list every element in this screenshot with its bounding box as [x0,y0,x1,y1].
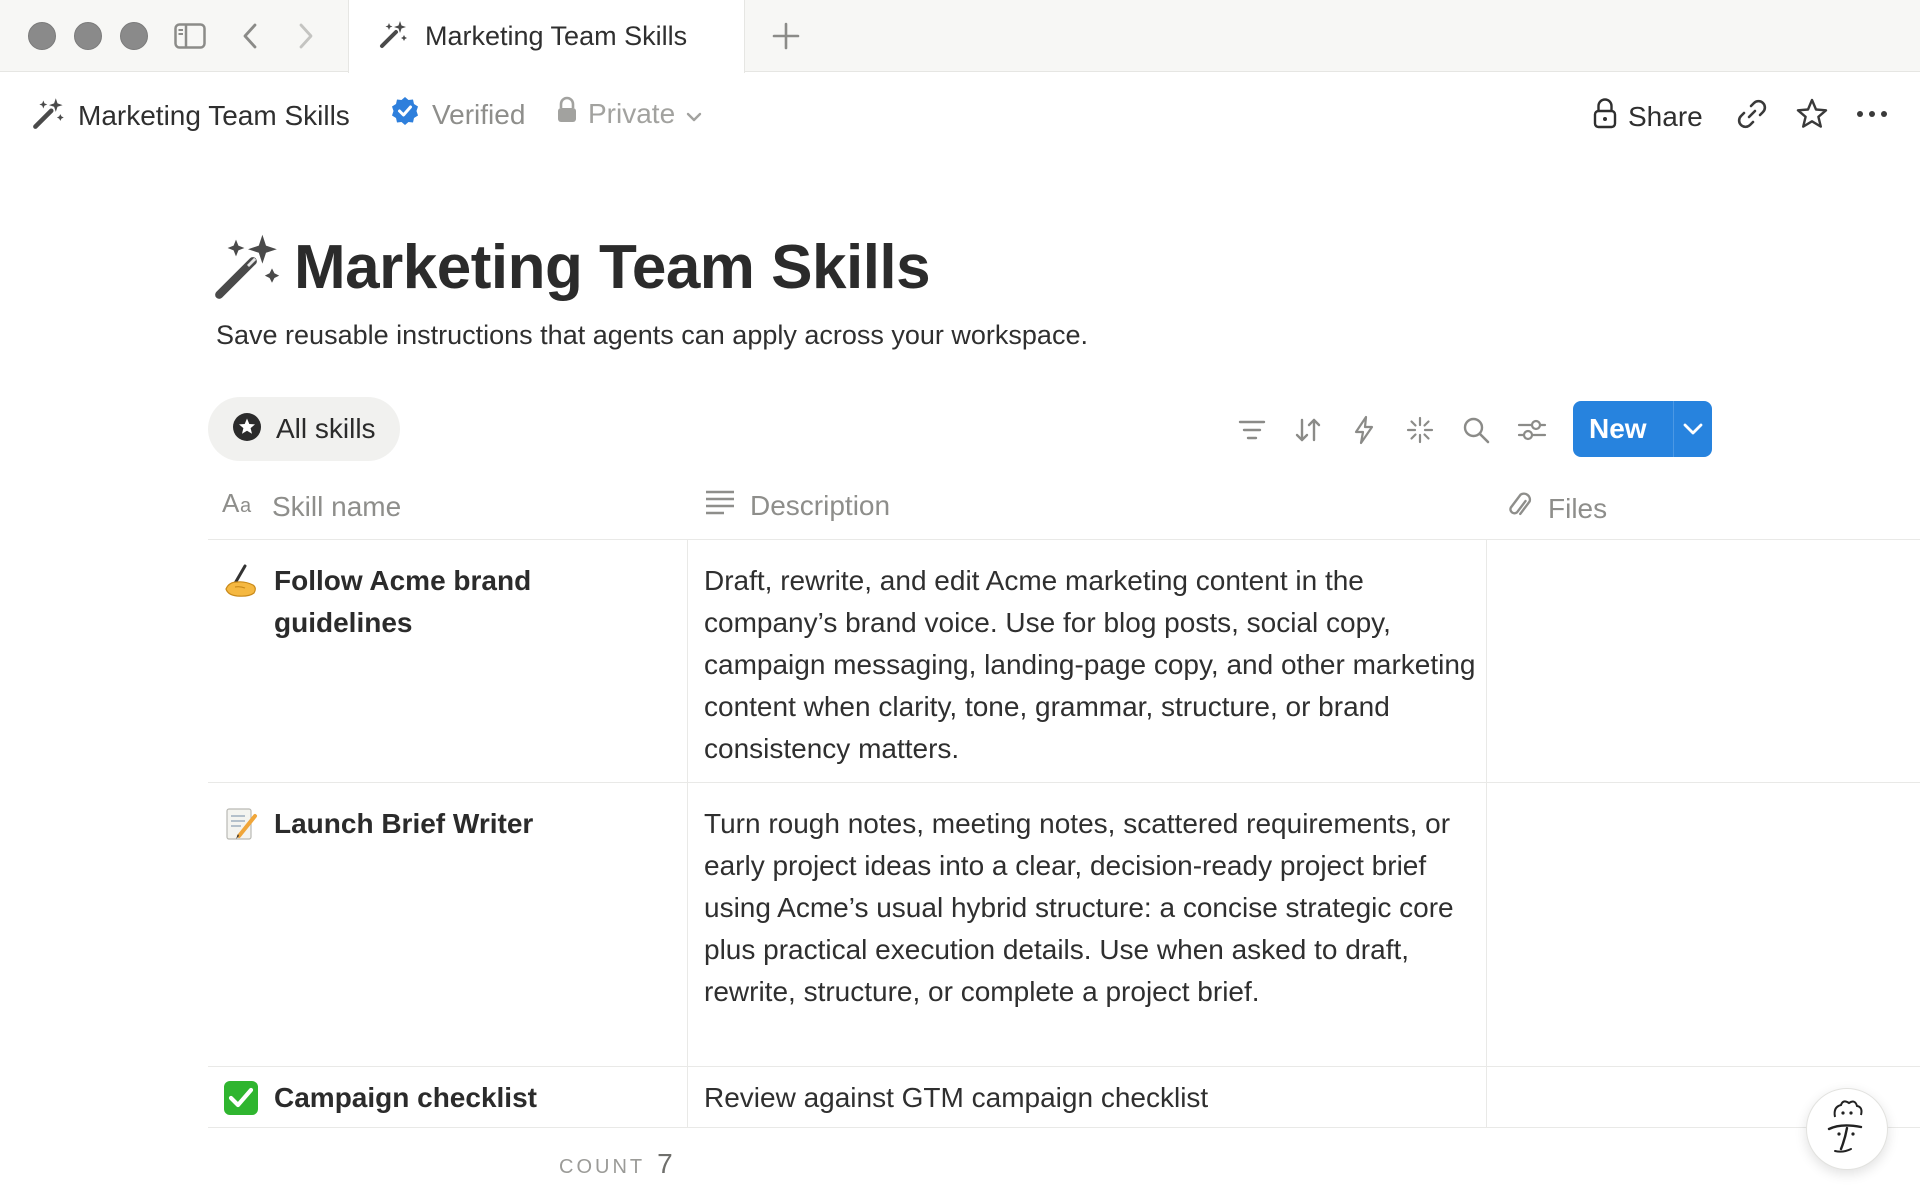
view-tab-all-skills[interactable]: All skills [208,397,400,461]
view-tab-label: All skills [276,413,376,444]
back-arrow-icon[interactable] [232,20,268,52]
page-title: Marketing Team Skills [294,233,931,302]
lock-icon [556,96,578,131]
column-header-files[interactable]: Files [1504,489,1607,528]
privacy-dropdown[interactable]: Private [556,96,703,131]
assistant-face-icon [1819,1095,1875,1164]
table-row[interactable]: Campaign checklist Review against GTM ca… [208,1067,1920,1128]
skill-name-cell[interactable]: Launch Brief Writer [222,803,674,845]
magic-wand-icon [32,96,66,135]
favorite-star-icon[interactable] [1792,94,1832,134]
verified-label: Verified [432,98,526,130]
skill-description: Turn rough notes, meeting notes, scatter… [704,808,1454,1007]
filter-icon[interactable] [1232,410,1272,450]
count-label: COUNT [559,1156,646,1178]
svg-text:a: a [240,495,252,517]
more-options-icon[interactable] [1852,94,1892,134]
help-assistant-button[interactable] [1806,1088,1888,1170]
forward-arrow-icon[interactable] [288,20,324,52]
page-topbar: Marketing Team Skills Verified Private S… [0,72,1920,160]
skill-name-cell[interactable]: Follow Acme brand guidelines [222,560,674,644]
page-description: Save reusable instructions that agents c… [216,320,1088,350]
share-button[interactable]: Share [1586,92,1709,141]
breadcrumb-title: Marketing Team Skills [78,99,350,131]
new-tab-plus-icon[interactable] [766,18,806,54]
writing-hand-icon [222,562,260,600]
app-window: Marketing Team Skills Marketing Team Ski… [0,0,1920,1200]
column-header-description[interactable]: Description [704,489,890,522]
skill-name: Campaign checklist [274,1082,537,1113]
magic-wand-icon [379,19,409,54]
memo-icon [222,805,260,843]
skill-description: Review against GTM campaign checklist [704,1082,1209,1113]
column-label: Description [750,489,891,521]
minimize-window-button[interactable] [74,22,102,50]
row-count[interactable]: COUNT 7 [559,1148,673,1180]
privacy-label: Private [588,97,676,129]
tab-marketing-team-skills[interactable]: Marketing Team Skills [348,0,745,73]
paperclip-icon [1504,489,1534,528]
new-button[interactable]: New [1573,401,1712,457]
column-label: Skill name [272,490,402,522]
table-header: Aa Skill name Description Files [208,475,1920,540]
table-row[interactable]: Follow Acme brand guidelines Draft, rewr… [208,540,1920,783]
automation-icon[interactable] [1344,410,1384,450]
skill-name: Launch Brief Writer [274,808,534,839]
lock-icon [1592,96,1618,137]
star-circle-icon [232,412,262,447]
ai-sparkle-icon[interactable] [1400,410,1440,450]
skill-name-cell[interactable]: Campaign checklist [222,1077,674,1119]
sidebar-toggle-icon[interactable] [172,20,208,52]
verified-badge[interactable]: Verified [390,96,525,133]
check-mark-icon [222,1079,260,1117]
column-header-skill-name[interactable]: Aa Skill name [222,488,402,524]
skill-description: Draft, rewrite, and edit Acme marketing … [704,565,1476,764]
share-label: Share [1628,100,1703,132]
page-icon-magic-wand-icon[interactable] [212,230,284,302]
settings-icon[interactable] [1512,410,1552,450]
copy-link-icon[interactable] [1732,94,1772,134]
text-property-icon: Aa [222,488,258,524]
search-icon[interactable] [1456,410,1496,450]
chevron-down-icon [685,98,703,130]
lines-icon [704,489,736,522]
breadcrumb[interactable]: Marketing Team Skills [32,96,350,135]
chevron-down-icon[interactable] [1674,422,1712,436]
new-button-label: New [1589,413,1647,444]
tab-bar: Marketing Team Skills [0,0,1920,73]
verified-check-icon [390,96,420,133]
table-row[interactable]: Launch Brief Writer Turn rough notes, me… [208,783,1920,1067]
skill-name: Follow Acme brand guidelines [274,565,532,638]
column-label: Files [1548,492,1608,524]
tab-title: Marketing Team Skills [425,21,688,51]
svg-text:A: A [222,489,240,517]
zoom-window-button[interactable] [120,22,148,50]
count-value: 7 [657,1148,673,1179]
close-window-button[interactable] [28,22,56,50]
sort-icon[interactable] [1288,410,1328,450]
